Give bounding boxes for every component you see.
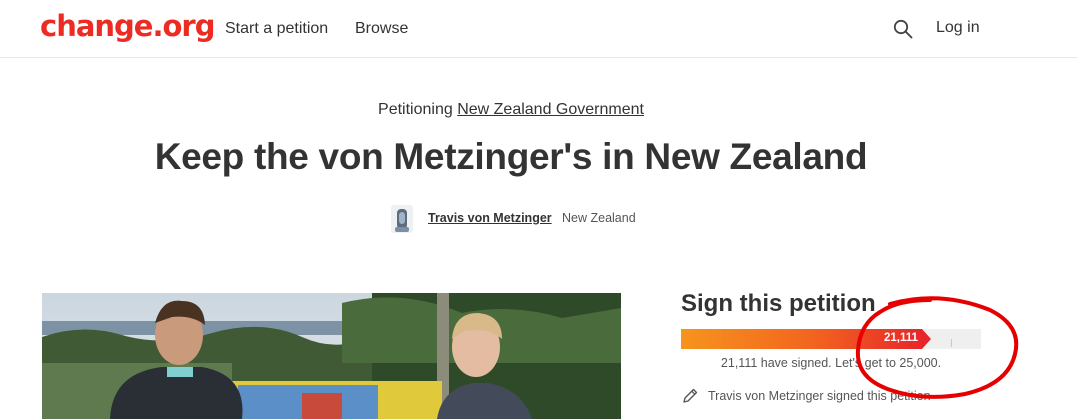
start-petition-link[interactable]: Start a petition — [225, 20, 328, 38]
pencil-icon — [683, 388, 698, 403]
signature-count-label: 21,111 — [884, 332, 918, 344]
author-name-link[interactable]: Travis von Metzinger — [428, 211, 552, 225]
petition-title: Keep the von Metzinger's in New Zealand — [154, 136, 868, 177]
signed-status-text: 21,111 have signed. Let's get to 25,000. — [720, 356, 942, 370]
recent-signer-text: Travis von Metzinger signed this petitio… — [708, 389, 931, 403]
search-icon[interactable] — [893, 19, 913, 39]
author-location: New Zealand — [562, 211, 636, 225]
sign-petition-heading: Sign this petition — [681, 290, 876, 317]
signature-progress-bar: 21,111 — [681, 329, 981, 349]
progress-arrow-tip — [922, 329, 931, 349]
top-header: change.org Start a petition Browse Log i… — [0, 0, 1077, 58]
browse-link[interactable]: Browse — [355, 20, 408, 38]
petitioning-line: Petitioning New Zealand Government — [0, 101, 1022, 119]
petition-target-link[interactable]: New Zealand Government — [457, 101, 644, 118]
petitioning-prefix: Petitioning — [378, 101, 458, 118]
login-link[interactable]: Log in — [936, 19, 980, 37]
petition-photo — [42, 293, 621, 419]
goal-marker — [951, 339, 952, 347]
change-org-logo[interactable]: change.org — [40, 9, 215, 43]
author-avatar[interactable] — [391, 205, 413, 233]
